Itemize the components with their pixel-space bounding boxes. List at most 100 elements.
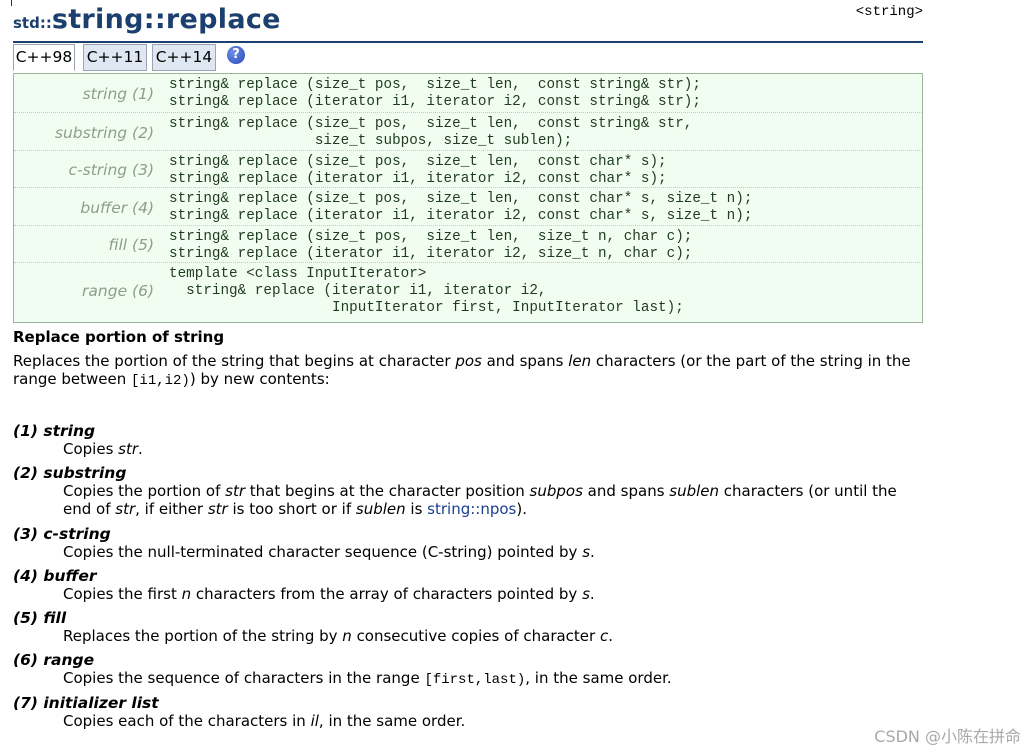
code-line: string& replace (size_t pos, size_t len,… [169,229,693,245]
overload-item: (4) buffer Copies the first n characters… [13,567,923,603]
prototype-table: string (1) string& replace (size_t pos, … [13,73,923,323]
header-library-tag[interactable]: <string> [856,4,923,20]
param: c [599,627,609,645]
prototype-label: c-string (3) [68,161,155,179]
code-line: string& replace (size_t pos, size_t len,… [169,116,693,132]
text-span: , if either [135,500,208,518]
prototype-code: string& replace (size_t pos, size_t len,… [169,191,752,225]
param: str [115,500,136,518]
param: str [207,500,228,518]
text-span: . [589,585,595,603]
section-title: Replace portion of string [13,328,225,346]
overload-text: Copies each of the characters in il, in … [63,712,923,730]
overload-heading: (6) range [13,651,95,669]
description-text: and spans [481,352,569,370]
tab-cpp98[interactable]: C++98 [13,44,75,71]
code-line: size_t subpos, size_t sublen); [169,133,573,149]
text-span: , in the same order. [318,712,466,730]
overload-heading: (4) buffer [13,567,97,585]
prototype-code: string& replace (size_t pos, size_t len,… [169,116,692,150]
prototype-code: string& replace (size_t pos, size_t len,… [169,154,667,188]
code-line: string& replace (size_t pos, size_t len,… [169,77,701,93]
prototype-row: fill (5) string& replace (size_t pos, si… [14,225,922,263]
overload-heading: (7) initializer list [13,694,159,712]
code-line: InputIterator first, InputIterator last)… [169,300,684,316]
code-line: string& replace (iterator i1, iterator i… [169,283,547,299]
text-span: . [590,543,595,561]
prototype-row: buffer (4) string& replace (size_t pos, … [14,187,922,226]
param-pos: pos [455,352,482,370]
overload-item: (3) c-string Copies the null-terminated … [13,525,923,561]
text-span: Copies the first [63,585,182,603]
overload-text: Copies the portion of str that begins at… [63,482,923,518]
text-span: is too short or if [227,500,356,518]
tab-cpp11[interactable]: C++11 [83,44,147,71]
param: il [310,712,319,730]
title-namespace: std:: [13,14,52,32]
description: Replaces the portion of the string that … [13,352,923,390]
text-span: Copies the null-terminated character seq… [63,543,583,561]
prototype-label: string (1) [82,85,154,103]
prototype-label: fill (5) [108,236,154,254]
param: s [582,543,591,561]
prototype-label: substring (2) [54,124,154,142]
prototype-row: string (1) string& replace (size_t pos, … [14,74,922,112]
param: n [181,585,192,603]
overload-text: Copies the sequence of characters in the… [63,669,923,689]
text-span: consecutive copies of character [351,627,600,645]
overload-heading: (3) c-string [13,525,111,543]
prototype-label: range (6) [82,282,154,300]
code-line: string& replace (size_t pos, size_t len,… [169,191,753,207]
code-line: string& replace (iterator i1, iterator i… [169,246,693,262]
param: s [582,585,590,603]
param: sublen [355,500,406,518]
overload-item: (5) fill Replaces the portion of the str… [13,609,923,645]
text-span: Copies the portion of [63,482,226,500]
page-title: std::string::replace [13,4,281,35]
text-span: is [405,500,428,518]
description-text: ) by new contents: [189,370,330,388]
code-line: string& replace (size_t pos, size_t len,… [169,154,667,170]
watermark: CSDN @⁡⁡小陈在拼命⁡⁡ [874,727,1021,746]
text-span: Copies the sequence of characters in the… [63,669,425,687]
param-len: len [568,352,592,370]
overload-text: Copies the null-terminated character seq… [63,543,923,561]
text-span: Copies each of the characters in [63,712,311,730]
text-span: that begins at the character position [245,482,530,500]
overload-text: Replaces the portion of the string by n … [63,627,923,645]
overload-item: (7) initializer list Copies each of the … [13,694,923,730]
prototype-label: buffer (4) [80,199,154,217]
prototype-row: substring (2) string& replace (size_t po… [14,112,922,151]
range-code: [first,last) [424,672,526,688]
param: str [118,440,139,458]
text-span: . [608,627,613,645]
overload-item: (2) substring Copies the portion of str … [13,464,923,518]
help-icon[interactable]: ? [227,46,245,64]
text-span: . [138,440,143,458]
overload-heading: (5) fill [13,609,67,627]
npos-link[interactable]: string::npos [427,500,516,518]
range-code: [i1,i2) [131,373,190,389]
prototype-row: range (6) template <class InputIterator>… [14,262,922,323]
overload-text: Copies the first n characters from the a… [63,585,923,603]
page-edge-line [11,0,12,6]
overload-item: (6) range Copies the sequence of charact… [13,651,923,689]
overload-text: Copies str. [63,440,923,458]
param: subpos [529,482,583,500]
overload-heading: (2) substring [13,464,127,482]
text-span: and spans [582,482,670,500]
param: sublen [669,482,720,500]
tab-cpp14[interactable]: C++14 [152,44,216,71]
overload-item: (1) string Copies str. [13,422,923,458]
text-span: characters from the array of characters … [191,585,583,603]
description-text: Replaces the portion of the string that … [13,352,456,370]
prototype-row: c-string (3) string& replace (size_t pos… [14,150,922,188]
text-span: Copies [63,440,119,458]
param: str [225,482,246,500]
code-line: string& replace (iterator i1, iterator i… [169,94,701,110]
title-name: string::replace [51,4,281,35]
code-line: string& replace (iterator i1, iterator i… [169,171,667,187]
overload-heading: (1) string [13,422,96,440]
prototype-code: template <class InputIterator> string& r… [169,266,684,317]
page-header: std::string::replace <string> [13,0,923,43]
